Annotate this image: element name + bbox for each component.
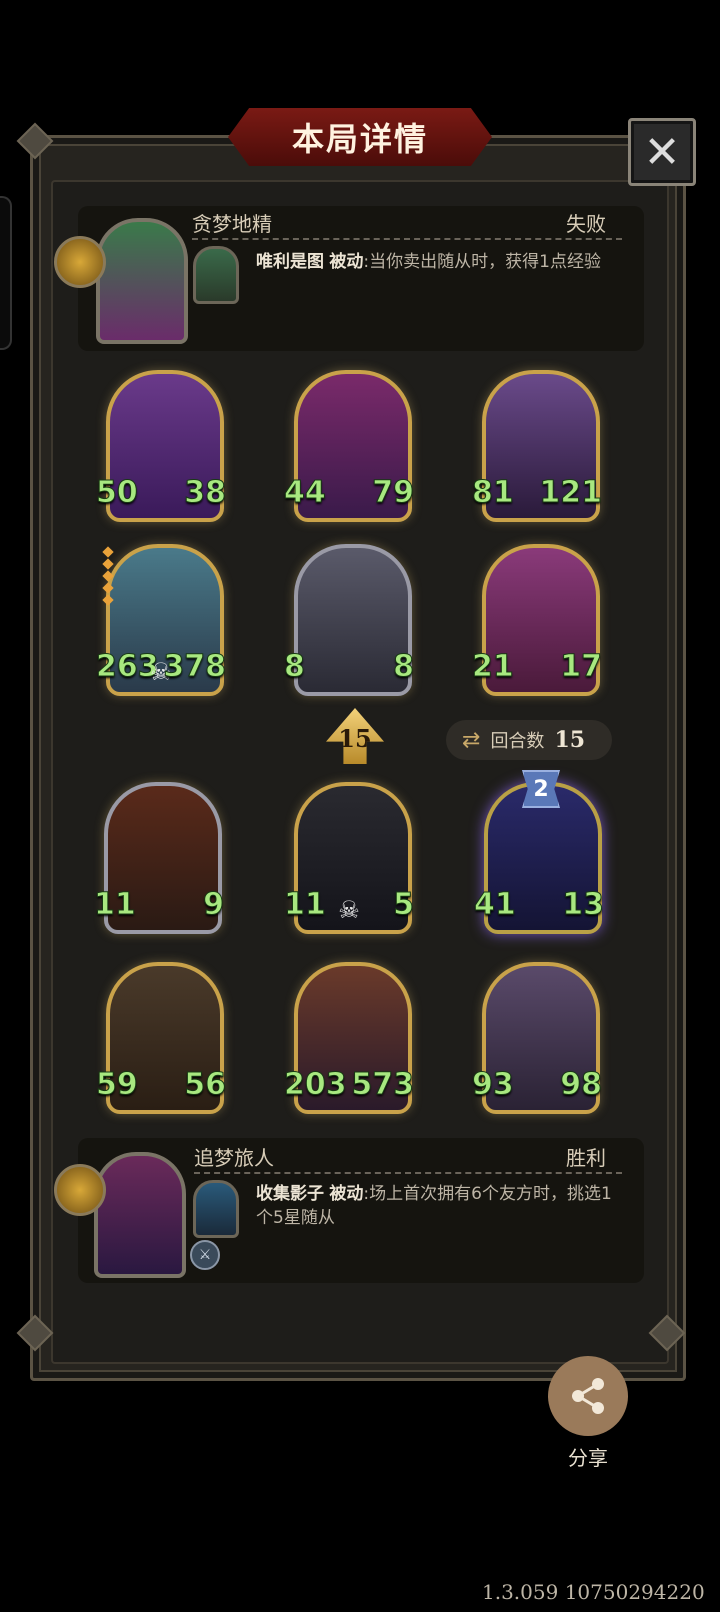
player-name: 追梦旅人 — [194, 1146, 274, 1170]
minion-health: 121 — [539, 475, 603, 511]
divider — [194, 1172, 622, 1174]
minion-card[interactable]: 44 79 — [284, 366, 414, 522]
minion-health: 573 — [351, 1067, 415, 1103]
player-portrait[interactable] — [94, 1152, 186, 1278]
minion-attack: 41 — [474, 887, 517, 923]
divider — [192, 238, 622, 240]
minion-card[interactable]: 93 98 — [472, 958, 602, 1114]
opponent-result: 失败 — [566, 212, 606, 236]
skill-tag: 被动 — [329, 252, 364, 272]
minion-attack: 50 — [96, 475, 139, 511]
minion-health: 13 — [562, 887, 605, 923]
minion-card[interactable]: 81 121 — [472, 366, 602, 522]
minion-attack: 263 — [96, 649, 160, 685]
minion-health: 8 — [393, 649, 415, 685]
minion-attack: 93 — [472, 1067, 515, 1103]
minion-card[interactable]: 11 9 — [94, 778, 224, 934]
minion-health: 98 — [560, 1067, 603, 1103]
skull-icon: ☠ — [338, 896, 360, 924]
minion-attack: 203 — [284, 1067, 348, 1103]
skill-tag: 被动 — [329, 1184, 364, 1204]
round-label: 回合数 — [490, 731, 545, 752]
minion-health: 79 — [372, 475, 415, 511]
minion-card[interactable]: 11 ☠ 5 — [284, 778, 414, 934]
minion-card[interactable]: 50 38 — [96, 366, 226, 522]
star-rank — [102, 546, 114, 606]
skill-name: 收集影子 — [256, 1184, 324, 1204]
minion-card[interactable]: 203 573 — [284, 958, 414, 1114]
player-coin-badge — [54, 1164, 106, 1216]
player-result: 胜利 — [566, 1146, 606, 1170]
round-counter: ⇄ 回合数 15 — [446, 720, 612, 760]
opponent-hero-power-icon[interactable] — [193, 246, 239, 304]
share-button[interactable] — [548, 1356, 628, 1436]
minion-card[interactable]: 263 ☠ 378 — [96, 540, 226, 696]
version-text: 1.3.059 10750294220 — [482, 1580, 705, 1604]
minion-attack: 21 — [472, 649, 515, 685]
side-tab — [0, 196, 12, 350]
close-icon: ✕ — [643, 126, 681, 178]
skill-name: 唯利是图 — [256, 252, 324, 272]
share-icon — [572, 1378, 604, 1414]
opponent-skill: 唯利是图 被动:当你卖出随从时，获得1点经验 — [256, 250, 616, 274]
minion-card[interactable]: 8 8 — [284, 540, 414, 696]
title-banner: 本局详情 — [223, 103, 497, 171]
refresh-icon: ⇄ — [462, 727, 481, 753]
player-skill: 收集影子 被动:场上首次拥有6个友方时，挑选1个5星随从 — [256, 1182, 616, 1230]
minion-attack: 8 — [284, 649, 306, 685]
minion-attack: 11 — [284, 887, 327, 923]
share-label: 分享 — [568, 1446, 608, 1470]
minion-attack: 11 — [94, 887, 137, 923]
sword-icon: ⚔ — [190, 1240, 220, 1270]
minion-health: 38 — [184, 475, 227, 511]
close-button[interactable]: ✕ — [628, 118, 696, 186]
minion-health: 5 — [393, 887, 415, 923]
minion-health: 9 — [203, 887, 225, 923]
opponent-coin-badge — [54, 236, 106, 288]
round-value: 15 — [554, 727, 586, 753]
minion-attack: 81 — [472, 475, 515, 511]
minion-card[interactable]: 21 17 — [472, 540, 602, 696]
player-hero-power-icon[interactable] — [193, 1180, 239, 1238]
skill-desc: :当你卖出随从时，获得1点经验 — [363, 252, 601, 272]
minion-attack: 44 — [284, 475, 327, 511]
minion-card[interactable]: 59 56 — [96, 958, 226, 1114]
level-badge: 2 — [522, 770, 560, 808]
page-title: 本局详情 — [291, 120, 428, 158]
minion-health: 378 — [163, 649, 227, 685]
opponent-portrait[interactable] — [96, 218, 188, 344]
minion-health: 56 — [184, 1067, 227, 1103]
opponent-name: 贪梦地精 — [192, 212, 272, 236]
minion-health: 17 — [560, 649, 603, 685]
minion-attack: 59 — [96, 1067, 139, 1103]
